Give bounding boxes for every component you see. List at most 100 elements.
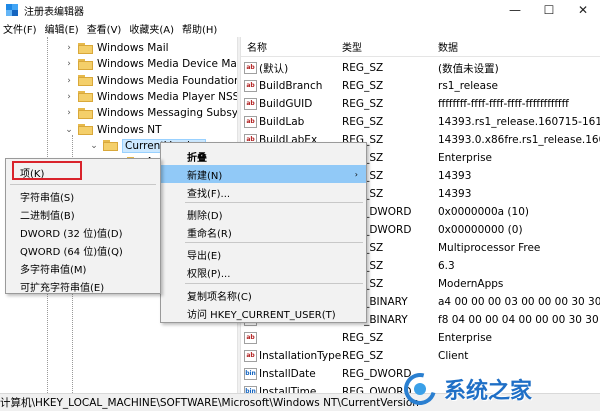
context-menu: 折叠 新建(N) › 查找(F)... 删除(D) 重命名(R) 导出(E) 权限(P)...…	[160, 142, 367, 323]
tree-item[interactable]: › Windows Media Foundatior	[64, 73, 237, 89]
watermark: 系统之家	[398, 366, 600, 411]
minimize-button[interactable]: —	[498, 0, 532, 20]
menu-item-label: 二进制值(B)	[20, 210, 75, 222]
string-value-icon: ab	[244, 116, 257, 128]
menu-help[interactable]: 帮助(H)	[178, 21, 221, 36]
menu-separator	[185, 202, 363, 203]
value-row[interactable]: ab BuildLab REG_SZ 14393.rs1_release.160715…	[241, 113, 600, 131]
find-menu-item[interactable]: 查找(F)...	[161, 183, 366, 201]
binary-value-icon: bin	[244, 368, 257, 380]
value-data: ModernApps	[438, 278, 504, 290]
menu-item-label: 字符串值(S)	[20, 192, 75, 204]
menu-bar: 文件(F) 编辑(E) 查看(V) 收藏夹(A) 帮助(H)	[0, 20, 600, 37]
menu-item-label: 复制项名称(C)	[187, 291, 252, 303]
new-menu-item[interactable]: 新建(N) ›	[161, 165, 366, 183]
tree-item[interactable]: ⌄ Windows NT	[64, 122, 161, 138]
value-data: rs1_release	[438, 80, 499, 92]
window-title: 注册表编辑器	[24, 6, 84, 18]
value-type: REG_SZ	[342, 98, 384, 110]
value-data: f8 04 00 00 04 00 00 00 30 30 3	[438, 314, 600, 326]
goto-hkcu-menu-item[interactable]: 访问 HKEY_CURRENT_USER(T)	[161, 304, 366, 322]
column-header-type[interactable]: 类型	[342, 39, 362, 54]
value-data: (数值未设置)	[438, 62, 499, 75]
folder-icon	[78, 91, 93, 103]
value-row[interactable]: ab BuildBranch REG_SZ rs1_release	[241, 77, 600, 95]
new-multi-string-value-menu-item[interactable]: 多字符串值(M)	[6, 259, 160, 277]
rename-menu-item[interactable]: 重命名(R)	[161, 223, 366, 241]
expand-arrow-icon[interactable]: ⌄	[89, 141, 99, 151]
tree-item[interactable]: › Windows Mail	[64, 40, 169, 56]
close-button[interactable]: ✕	[566, 0, 600, 20]
value-data: 14393.0.x86fre.rs1_release.1607	[438, 134, 600, 146]
tree-item-label: Windows Mail	[97, 42, 169, 54]
folder-icon	[78, 42, 93, 54]
expand-arrow-icon[interactable]: ›	[64, 76, 74, 86]
new-dword-value-menu-item[interactable]: DWORD (32 位)值(D)	[6, 223, 160, 241]
folder-icon	[78, 58, 93, 70]
value-data: 0x00000000 (0)	[438, 224, 523, 236]
value-data: Enterprise	[438, 152, 493, 164]
title-bar: 注册表编辑器 — ☐ ✕	[0, 0, 600, 20]
menu-item-label: QWORD (64 位)值(Q)	[20, 246, 123, 258]
value-data: Multiprocessor Free	[438, 242, 541, 254]
value-row[interactable]: ab BuildGUID REG_SZ ffffffff-ffff-ffff-ffff…	[241, 95, 600, 113]
string-value-icon: ab	[244, 80, 257, 92]
value-row[interactable]: ab REG_SZ Enterprise	[241, 329, 600, 347]
value-type: REG_SZ	[342, 80, 384, 92]
new-expandable-string-value-menu-item[interactable]: 可扩充字符串值(E)	[6, 277, 160, 295]
column-header-name[interactable]: 名称	[247, 39, 267, 54]
value-data: ffffffff-ffff-ffff-ffff-ffffffffffff	[438, 98, 569, 110]
menu-item-label: 折叠	[187, 152, 207, 164]
expand-arrow-icon[interactable]: ›	[64, 59, 74, 69]
expand-arrow-icon[interactable]: ›	[64, 43, 74, 53]
menu-file[interactable]: 文件(F)	[0, 21, 41, 36]
new-binary-value-menu-item[interactable]: 二进制值(B)	[6, 205, 160, 223]
maximize-button[interactable]: ☐	[532, 0, 566, 20]
expand-arrow-icon[interactable]: ⌄	[64, 125, 74, 135]
tree-item[interactable]: › Windows Media Device Ma	[64, 56, 237, 72]
string-value-icon: ab	[244, 332, 257, 344]
menu-view[interactable]: 查看(V)	[83, 21, 126, 36]
menu-item-label: 多字符串值(M)	[20, 264, 87, 276]
value-row[interactable]: ab InstallationType REG_SZ Client	[241, 347, 600, 365]
menu-edit[interactable]: 编辑(E)	[41, 21, 83, 36]
menu-separator	[185, 283, 363, 284]
menu-item-label: 导出(E)	[187, 250, 222, 262]
value-name: InstallTime	[259, 386, 317, 393]
value-type: REG_SZ	[342, 62, 384, 74]
value-data: 14393.rs1_release.160715-1616	[438, 116, 600, 128]
highlight-box	[12, 161, 82, 180]
export-menu-item[interactable]: 导出(E)	[161, 245, 366, 263]
menu-item-label: 权限(P)...	[187, 268, 231, 280]
copy-key-name-menu-item[interactable]: 复制项名称(C)	[161, 286, 366, 304]
value-row[interactable]: ab (默认) REG_SZ (数值未设置)	[241, 59, 600, 77]
new-string-value-menu-item[interactable]: 字符串值(S)	[6, 187, 160, 205]
new-qword-value-menu-item[interactable]: QWORD (64 位)值(Q)	[6, 241, 160, 259]
string-value-icon: ab	[244, 98, 257, 110]
tree-item-label: Windows NT	[97, 123, 162, 136]
column-header-data[interactable]: 数据	[438, 39, 458, 54]
expand-arrow-icon[interactable]: ›	[64, 92, 74, 102]
expand-arrow-icon[interactable]: ›	[64, 108, 74, 118]
tree-item[interactable]: › Windows Media Player NSS	[64, 89, 237, 105]
tree-item-label: Windows Media Player NSS	[97, 90, 237, 103]
value-name: BuildBranch	[259, 80, 323, 92]
collapse-menu-item[interactable]: 折叠	[161, 147, 366, 165]
menu-item-label: 查找(F)...	[187, 188, 231, 200]
folder-icon	[78, 124, 93, 135]
menu-item-label: 删除(D)	[187, 210, 223, 222]
tree-item[interactable]: › Windows Messaging Subsy	[64, 105, 237, 121]
value-name: (默认)	[259, 62, 289, 75]
permissions-menu-item[interactable]: 权限(P)...	[161, 263, 366, 281]
value-name: InstallDate	[259, 368, 316, 380]
tree-item-label: Windows Media Device Ma	[97, 58, 237, 71]
value-name: BuildGUID	[259, 98, 313, 110]
folder-icon	[78, 75, 93, 87]
delete-menu-item[interactable]: 删除(D)	[161, 205, 366, 223]
tree-item-label: Windows Media Foundatior	[97, 74, 237, 87]
folder-icon	[103, 140, 118, 152]
menu-item-label: 访问 HKEY_CURRENT_USER(T)	[187, 309, 336, 321]
menu-favorites[interactable]: 收藏夹(A)	[125, 21, 178, 36]
value-data: Enterprise	[438, 332, 493, 344]
binary-value-icon: bin	[244, 386, 257, 393]
